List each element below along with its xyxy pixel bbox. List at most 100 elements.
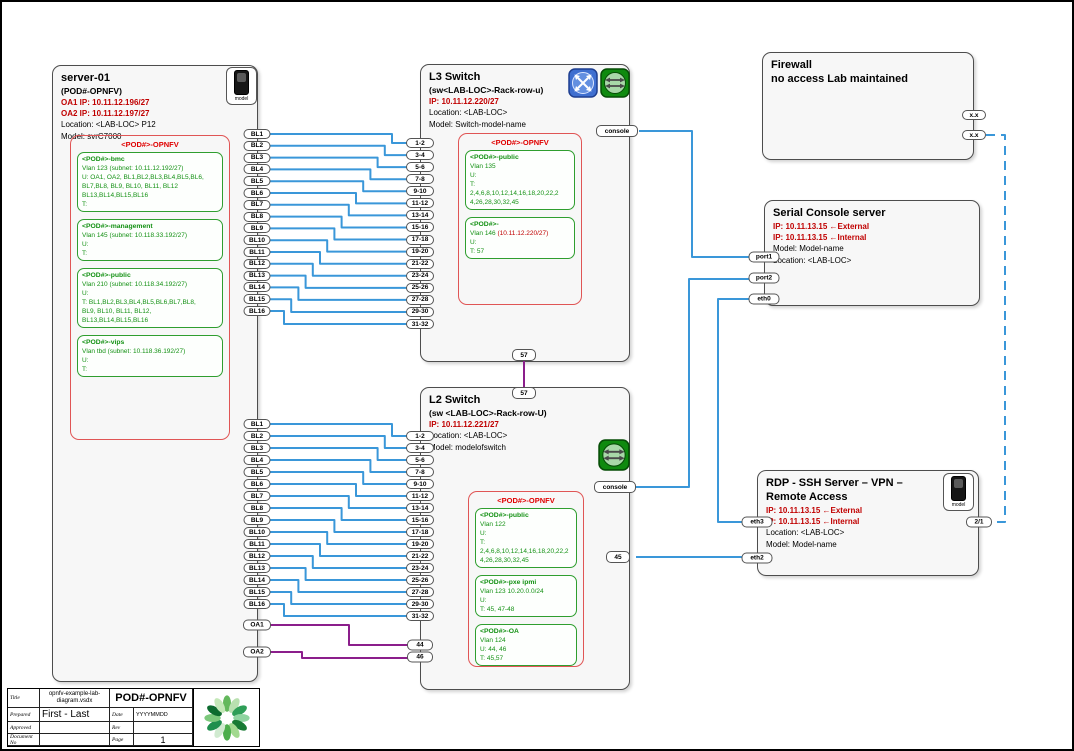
server-bot-port-BL10[interactable]: BL10 bbox=[244, 527, 271, 537]
l3-port-23-24[interactable]: 23-24 bbox=[406, 271, 434, 281]
fw-port-x.x[interactable]: x.x bbox=[962, 110, 986, 120]
fw-port-x.x[interactable]: x.x bbox=[962, 130, 986, 140]
l2-port-15-16[interactable]: 15-16 bbox=[406, 515, 434, 525]
l3-port-9-10[interactable]: 9-10 bbox=[406, 186, 434, 196]
server-top-port-BL16[interactable]: BL16 bbox=[244, 306, 271, 316]
server-bot-port-BL5[interactable]: BL5 bbox=[244, 467, 271, 477]
l2-port-31-32[interactable]: 31-32 bbox=[406, 611, 434, 621]
l2-port-45[interactable]: 45 bbox=[606, 551, 630, 563]
text-line: IP: 10.11.13.15 ←External bbox=[766, 505, 940, 516]
con-port-eth0[interactable]: eth0 bbox=[749, 294, 780, 305]
server-bot-port-BL12[interactable]: BL12 bbox=[244, 551, 271, 561]
l3-port-29-30[interactable]: 29-30 bbox=[406, 307, 434, 317]
vlan-box[interactable]: <POD#>-managementVlan 145 (subnet: 10.11… bbox=[77, 219, 223, 261]
server-01-node[interactable]: server-01(POD#-OPNFV)OA1 IP: 10.11.12.19… bbox=[52, 65, 258, 682]
server-top-port-BL9[interactable]: BL9 bbox=[244, 223, 271, 233]
l3-port-7-8[interactable]: 7-8 bbox=[406, 174, 434, 184]
l3-port-5-6[interactable]: 5-6 bbox=[406, 162, 434, 172]
l2-port-46[interactable]: 46 bbox=[407, 652, 433, 663]
vlan-box[interactable]: <POD#>-vipsVlan tbd (subnet: 10.118.36.1… bbox=[77, 335, 223, 377]
rdp-port-eth2[interactable]: eth2 bbox=[742, 553, 773, 564]
l3-port-console[interactable]: console bbox=[596, 125, 638, 137]
server-oa-port-OA2[interactable]: OA2 bbox=[243, 647, 271, 658]
server-bot-port-BL14[interactable]: BL14 bbox=[244, 575, 271, 585]
l3-port-57[interactable]: 57 bbox=[512, 349, 536, 361]
l3-port-17-18[interactable]: 17-18 bbox=[406, 235, 434, 245]
server-bot-port-BL6[interactable]: BL6 bbox=[244, 479, 271, 489]
l3-opnfv-group[interactable]: <POD#>-OPNFV <POD#>-publicVlan 135U:T:2,… bbox=[458, 133, 582, 305]
vlan-box[interactable]: <POD#>-OAVlan 124U: 44, 46T: 45,57 bbox=[475, 624, 577, 666]
server-bot-port-BL8[interactable]: BL8 bbox=[244, 503, 271, 513]
l3-port-25-26[interactable]: 25-26 bbox=[406, 283, 434, 293]
l2-port-console[interactable]: console bbox=[594, 481, 636, 493]
server-bot-port-BL7[interactable]: BL7 bbox=[244, 491, 271, 501]
l3-port-15-16[interactable]: 15-16 bbox=[406, 222, 434, 232]
server-bot-port-BL13[interactable]: BL13 bbox=[244, 563, 271, 573]
l2-port-23-24[interactable]: 23-24 bbox=[406, 563, 434, 573]
l2-port-57[interactable]: 57 bbox=[512, 387, 536, 399]
serial-console-node[interactable]: Serial Console serverIP: 10.11.13.15 ←Ex… bbox=[764, 200, 980, 306]
l3-port-27-28[interactable]: 27-28 bbox=[406, 295, 434, 305]
server-bot-port-BL2[interactable]: BL2 bbox=[244, 431, 271, 441]
l2-port-9-10[interactable]: 9-10 bbox=[406, 479, 434, 489]
server-top-port-BL8[interactable]: BL8 bbox=[244, 212, 271, 222]
vlan-box[interactable]: <POD#>-publicVlan 135U:T:2,4,6,8,10,12,1… bbox=[465, 150, 575, 210]
rdp-port-2/1[interactable]: 2/1 bbox=[966, 517, 992, 528]
server-top-port-BL11[interactable]: BL11 bbox=[244, 247, 271, 257]
l2-port-21-22[interactable]: 21-22 bbox=[406, 551, 434, 561]
l3-port-13-14[interactable]: 13-14 bbox=[406, 210, 434, 220]
server-top-port-BL4[interactable]: BL4 bbox=[244, 164, 271, 174]
server-bot-port-BL3[interactable]: BL3 bbox=[244, 443, 271, 453]
l2-port-3-4[interactable]: 3-4 bbox=[406, 443, 434, 453]
server-top-port-BL3[interactable]: BL3 bbox=[244, 153, 271, 163]
server-bot-port-BL11[interactable]: BL11 bbox=[244, 539, 271, 549]
server-top-port-BL6[interactable]: BL6 bbox=[244, 188, 271, 198]
server-top-port-BL1[interactable]: BL1 bbox=[244, 129, 271, 139]
l2-port-25-26[interactable]: 25-26 bbox=[406, 575, 434, 585]
server-top-port-BL2[interactable]: BL2 bbox=[244, 141, 271, 151]
server-top-port-BL10[interactable]: BL10 bbox=[244, 235, 271, 245]
server-top-port-BL14[interactable]: BL14 bbox=[244, 282, 271, 292]
l2-port-7-8[interactable]: 7-8 bbox=[406, 467, 434, 477]
l2-port-29-30[interactable]: 29-30 bbox=[406, 599, 434, 609]
l2-port-11-12[interactable]: 11-12 bbox=[406, 491, 434, 501]
server-top-port-BL7[interactable]: BL7 bbox=[244, 200, 271, 210]
vlan-box[interactable]: <POD#>-pxe ipmiVlan 123 10.20.0.0/24U:T:… bbox=[475, 575, 577, 617]
con-port-port2[interactable]: port2 bbox=[749, 273, 780, 284]
server-top-port-BL5[interactable]: BL5 bbox=[244, 176, 271, 186]
con-port-port1[interactable]: port1 bbox=[749, 252, 780, 263]
server-top-port-BL12[interactable]: BL12 bbox=[244, 259, 271, 269]
l2-port-1-2[interactable]: 1-2 bbox=[406, 431, 434, 441]
l2-port-17-18[interactable]: 17-18 bbox=[406, 527, 434, 537]
l3-switch-node[interactable]: L3 Switch(sw<LAB-LOC>-Rack-row-u)IP: 10.… bbox=[420, 64, 630, 362]
l3-port-31-32[interactable]: 31-32 bbox=[406, 319, 434, 329]
l3-port-3-4[interactable]: 3-4 bbox=[406, 150, 434, 160]
wire bbox=[270, 146, 407, 155]
server-opnfv-group[interactable]: <POD#>-OPNFV <POD#>-bmcVlan 123 (subnet:… bbox=[70, 135, 230, 440]
l2-port-27-28[interactable]: 27-28 bbox=[406, 587, 434, 597]
server-bot-port-BL15[interactable]: BL15 bbox=[244, 587, 271, 597]
rdp-port-eth3[interactable]: eth3 bbox=[742, 517, 773, 528]
l2-switch-node[interactable]: L2 Switch(sw <LAB-LOC>-Rack-row-U)IP: 10… bbox=[420, 387, 630, 690]
server-bot-port-BL1[interactable]: BL1 bbox=[244, 419, 271, 429]
vlan-box[interactable]: <POD#>-publicVlan 210 (subnet: 10.118.34… bbox=[77, 268, 223, 328]
l2-port-5-6[interactable]: 5-6 bbox=[406, 455, 434, 465]
vlan-box[interactable]: <POD#>-bmcVlan 123 (subnet: 10.11.12.192… bbox=[77, 152, 223, 212]
l3-port-11-12[interactable]: 11-12 bbox=[406, 198, 434, 208]
vlan-box[interactable]: <POD#>-Vlan 146 (10.11.12.220/27)U:T: 57 bbox=[465, 217, 575, 259]
l2-port-19-20[interactable]: 19-20 bbox=[406, 539, 434, 549]
l2-opnfv-group[interactable]: <POD#>-OPNFV <POD#>-publicVlan 122U:T:2,… bbox=[468, 491, 584, 667]
server-bot-port-BL9[interactable]: BL9 bbox=[244, 515, 271, 525]
server-oa-port-OA1[interactable]: OA1 bbox=[243, 620, 271, 631]
l3-port-21-22[interactable]: 21-22 bbox=[406, 259, 434, 269]
server-bot-port-BL4[interactable]: BL4 bbox=[244, 455, 271, 465]
l2-port-13-14[interactable]: 13-14 bbox=[406, 503, 434, 513]
server-top-port-BL15[interactable]: BL15 bbox=[244, 294, 271, 304]
l3-port-19-20[interactable]: 19-20 bbox=[406, 247, 434, 257]
vlan-box[interactable]: <POD#>-publicVlan 122U:T:2,4,6,8,10,12,1… bbox=[475, 508, 577, 568]
server-bot-port-BL16[interactable]: BL16 bbox=[244, 599, 271, 609]
firewall-node[interactable]: Firewallno access Lab maintained bbox=[762, 52, 974, 160]
l3-port-1-2[interactable]: 1-2 bbox=[406, 138, 434, 148]
server-top-port-BL13[interactable]: BL13 bbox=[244, 271, 271, 281]
l2-port-44[interactable]: 44 bbox=[407, 640, 433, 651]
